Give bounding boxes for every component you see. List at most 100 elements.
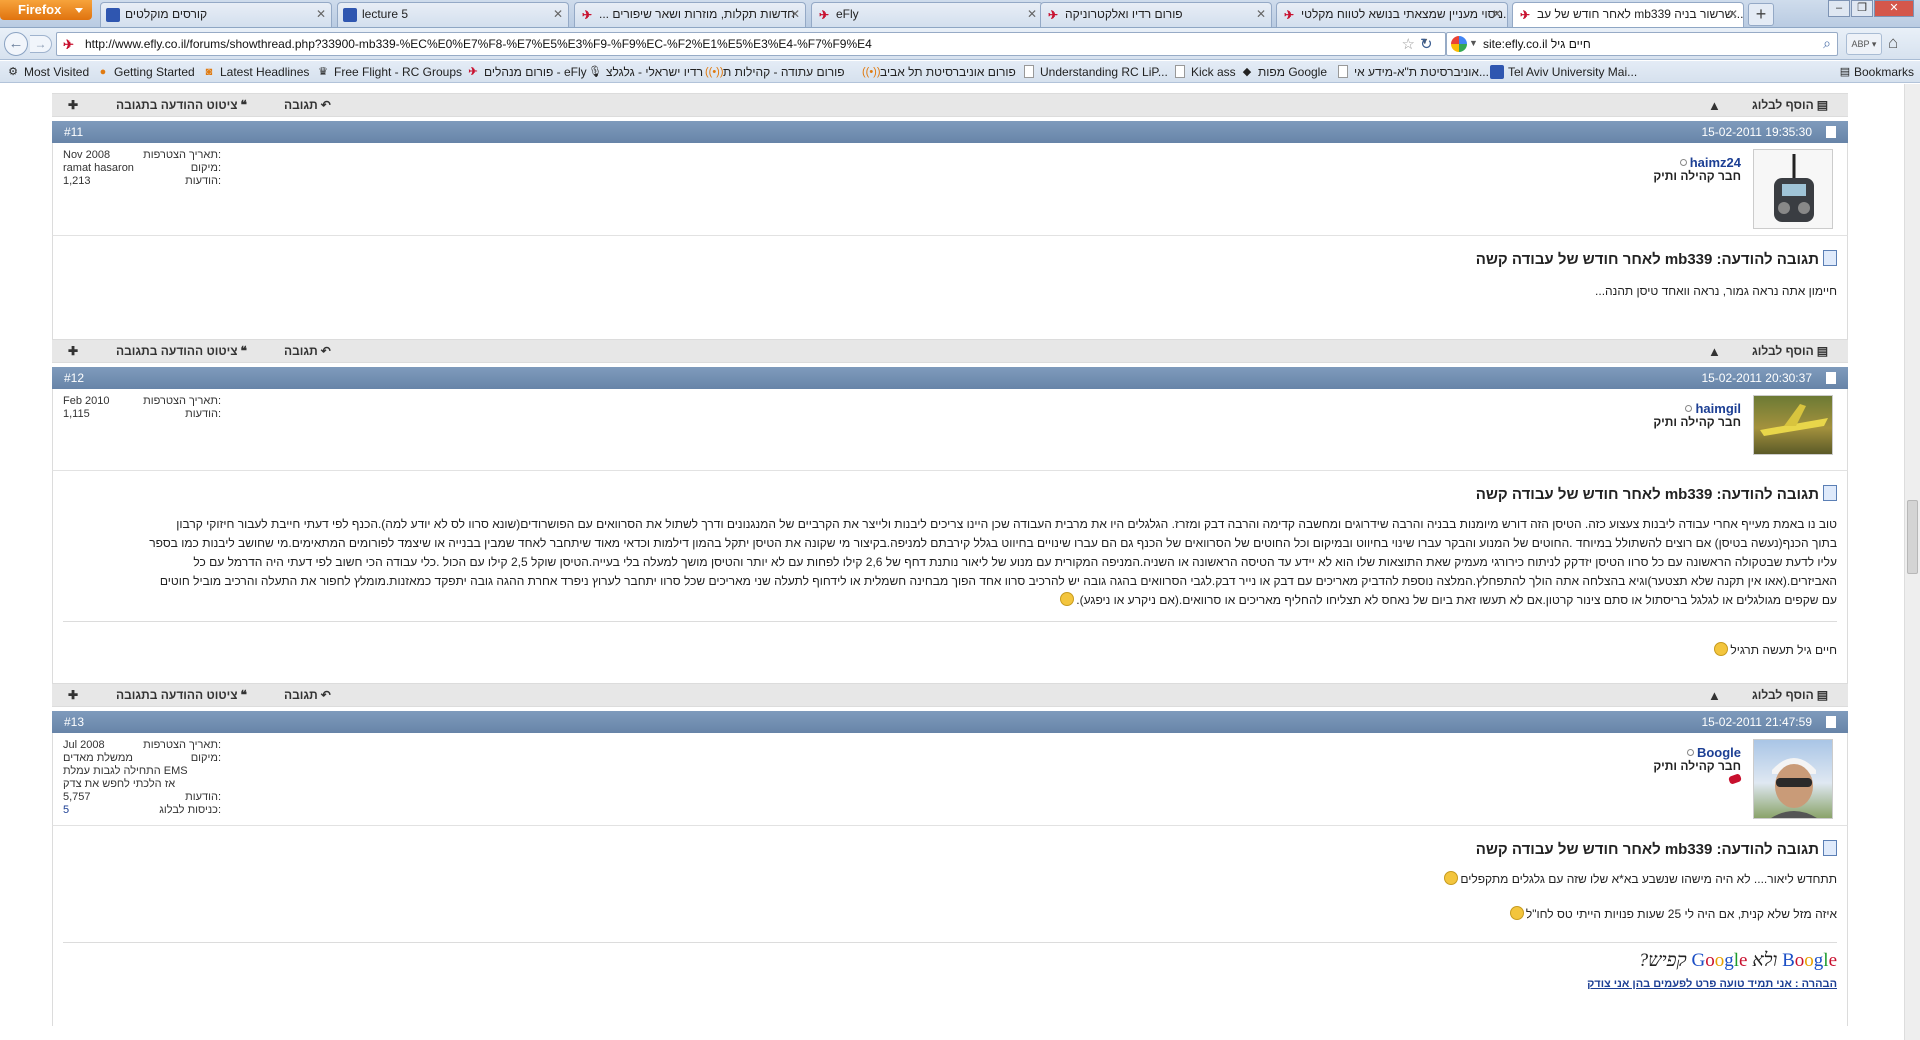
firefox-menu-button[interactable]: Firefox	[0, 0, 92, 20]
bookmark-tau-forum[interactable]: ((•)) פורום אוניברסיטת תל אביב	[862, 64, 1016, 80]
reload-icon[interactable]: ↻	[1420, 35, 1433, 53]
join-date-value: Feb 2010	[63, 395, 110, 407]
post-body: תגובה להודעה: mb339 לאחר חודש של עבודה ק…	[52, 471, 1848, 683]
bookmark-google-maps[interactable]: ◆ מפות Google	[1240, 64, 1327, 80]
url-bar[interactable]: ✈ http://www.efly.co.il/forums/showthrea…	[56, 32, 1446, 56]
post-text-line: איזה מזל שלא קנית, אם היה לי 25 שעות פנו…	[1508, 905, 1837, 924]
firefox-menu-label: Firefox	[18, 2, 62, 17]
forward-button[interactable]: →	[30, 35, 52, 53]
close-icon[interactable]: ✕	[1492, 3, 1502, 26]
quote-icon: ❝	[240, 688, 248, 702]
tab-2[interactable]: lecture 5 ✕	[337, 2, 569, 27]
avatar[interactable]	[1753, 395, 1833, 455]
post-date: 15-02-2011 19:35:30	[1701, 125, 1812, 139]
close-icon[interactable]: ✕	[1027, 3, 1037, 26]
close-icon[interactable]: ✕	[790, 3, 800, 26]
google-engine-icon[interactable]	[1451, 36, 1467, 52]
efly-favicon-icon: ✈	[818, 8, 830, 22]
bookmarks-menu[interactable]: ▤ Bookmarks	[1838, 64, 1914, 80]
bookmark-galgalatz[interactable]: 🎙 רדיו ישראלי - גלגלצ	[588, 64, 703, 80]
post-action-bar: ✚ ציטוט ההודעה בתגובה ❝ תגובה ↶ ▲ הוסף לבל…	[52, 339, 1848, 363]
search-icon[interactable]: ⌕	[1823, 35, 1831, 52]
bookmark-getting-started[interactable]: ● Getting Started	[96, 64, 195, 80]
username-link[interactable]: haimgil	[1685, 401, 1741, 416]
multi-quote-icon[interactable]: ✚	[68, 344, 78, 358]
bookmark-tau-main[interactable]: Tel Aviv University Mai...	[1490, 64, 1637, 80]
post-number-link[interactable]: #11	[64, 125, 83, 139]
blog-entries-link[interactable]: 5	[63, 804, 69, 817]
user-badge-icon	[1727, 773, 1743, 785]
tab-3[interactable]: ✈ ... חדשות תקלות, מוזרות ושאר שיפורים ✕	[574, 2, 806, 27]
tab-1[interactable]: קורסים מוקלטים ✕	[100, 2, 332, 27]
reply-button[interactable]: תגובה ↶	[284, 344, 334, 358]
user-details: Jul 2008 תאריך הצטרפות: ממשלת מאדים מיקום:…	[63, 739, 233, 817]
bookmark-efly-admins[interactable]: ✈ פורום מנהלים - eFly	[466, 64, 586, 80]
back-button[interactable]: ←	[4, 32, 28, 56]
page-scrollbar[interactable]	[1904, 84, 1920, 1040]
avatar[interactable]	[1753, 149, 1833, 229]
bookmark-kick-ass[interactable]: Kick ass	[1173, 64, 1236, 80]
tab-6[interactable]: ✈ ניסוי מעניין שמצאתי בנושא לטווח מקלטי..…	[1276, 2, 1508, 27]
add-to-blog-button[interactable]: הוסף לבלוג ▤	[1752, 688, 1831, 702]
bookmark-tau-info[interactable]: אוניברסיטת ת"א-מידע אי...	[1336, 64, 1489, 80]
user-title: חבר קהילה ותיק	[1653, 169, 1741, 183]
post-number-link[interactable]: #13	[64, 715, 84, 729]
offline-status-icon	[1679, 159, 1687, 166]
post-text-line: עם שקפים מגולגלים או לגלגל בריסתול או סת…	[67, 591, 1837, 610]
reply-button[interactable]: תגובה ↶	[284, 688, 334, 702]
window-close-icon[interactable]: ✕	[1874, 0, 1914, 17]
bookmark-atuda-forum[interactable]: ((•)) פורום עתודה - קהילות ת	[705, 64, 845, 80]
offline-status-icon	[1685, 405, 1693, 412]
bookmark-understanding-lipo[interactable]: Understanding RC LiP...	[1022, 64, 1168, 80]
scrollbar-thumb[interactable]	[1907, 500, 1918, 574]
multi-quote-icon[interactable]: ✚	[68, 688, 78, 702]
tab-title: ... חדשות תקלות, מוזרות ושאר שיפורים	[599, 7, 796, 21]
search-bar[interactable]: ▼ site:efly.co.il חיים גיל ⌕	[1446, 32, 1838, 56]
tab-5[interactable]: ✈ פורום רדיו ואלקטרוניקה ✕	[1040, 2, 1272, 27]
signature-disclaimer-link[interactable]: הבהרה : אני תמיד טועה פרט לפעמים בהן אני…	[1587, 978, 1837, 990]
bookmark-latest-headlines[interactable]: ◙ Latest Headlines	[202, 64, 310, 80]
avatar[interactable]	[1753, 739, 1833, 819]
close-icon[interactable]: ✕	[1256, 3, 1266, 26]
post-header: #13 15-02-2011 21:47:59	[52, 711, 1848, 733]
quote-reply-button[interactable]: ציטוט ההודעה בתגובה ❝	[116, 688, 250, 702]
report-post-icon[interactable]: ▲	[1708, 344, 1721, 359]
quote-reply-button[interactable]: ציטוט ההודעה בתגובה ❝	[116, 344, 250, 358]
post-action-bar: ✚ ציטוט ההודעה בתגובה ❝ תגובה ↶ ▲ הוסף לבל…	[52, 93, 1848, 117]
post-number-link[interactable]: #12	[64, 371, 84, 385]
signature-logo: Boogle ולא Google קפיש?	[1639, 950, 1837, 972]
report-post-icon[interactable]: ▲	[1708, 98, 1721, 113]
username-link[interactable]: Boogle	[1686, 745, 1741, 760]
home-icon[interactable]: ⌂	[1888, 33, 1898, 53]
bookmark-label: Latest Headlines	[220, 65, 310, 79]
close-icon[interactable]: ✕	[316, 3, 326, 26]
minimize-icon[interactable]: –	[1828, 0, 1850, 17]
join-date-label: תאריך הצטרפות:	[143, 149, 221, 161]
post-icon	[1823, 840, 1837, 856]
bookmark-rc-groups[interactable]: ♛ Free Flight - RC Groups	[316, 64, 462, 80]
new-tab-button[interactable]: +	[1748, 3, 1774, 26]
url-text[interactable]: http://www.efly.co.il/forums/showthread.…	[85, 37, 872, 51]
multi-quote-icon[interactable]: ✚	[68, 98, 78, 112]
add-to-blog-button[interactable]: הוסף לבלוג ▤	[1752, 344, 1831, 358]
post-title: תגובה להודעה: mb339 לאחר חודש של עבודה ק…	[1476, 840, 1837, 858]
reply-button[interactable]: תגובה ↶	[284, 98, 334, 112]
add-to-blog-button[interactable]: הוסף לבלוג ▤	[1752, 98, 1831, 112]
page-viewport: ✚ ציטוט ההודעה בתגובה ❝ תגובה ↶ ▲ הוסף לבל…	[0, 84, 1904, 1040]
close-icon[interactable]: ✕	[553, 3, 563, 26]
tab-7-active[interactable]: ✈ לאחר חודש של עב mb339 שרשור בניה... ✕	[1512, 2, 1744, 27]
chevron-down-icon	[75, 8, 83, 13]
adblock-button[interactable]: ABP ▾	[1846, 33, 1882, 55]
restore-icon[interactable]: ❐	[1851, 0, 1873, 17]
bookmark-most-visited[interactable]: ⚙ Most Visited	[6, 64, 89, 80]
username-link[interactable]: haimz24	[1679, 155, 1741, 170]
post-icon	[1823, 485, 1837, 501]
chevron-down-icon[interactable]: ▼	[1469, 38, 1478, 48]
cool-smiley-icon	[1714, 642, 1729, 656]
report-post-icon[interactable]: ▲	[1708, 688, 1721, 703]
tab-4[interactable]: ✈ eFly ✕	[811, 2, 1043, 27]
close-icon[interactable]: ✕	[1728, 3, 1738, 26]
quote-reply-button[interactable]: ציטוט ההודעה בתגובה ❝	[116, 98, 250, 112]
bookmark-star-icon[interactable]: ☆	[1402, 35, 1415, 53]
search-input[interactable]: site:efly.co.il חיים גיל	[1483, 37, 1591, 51]
